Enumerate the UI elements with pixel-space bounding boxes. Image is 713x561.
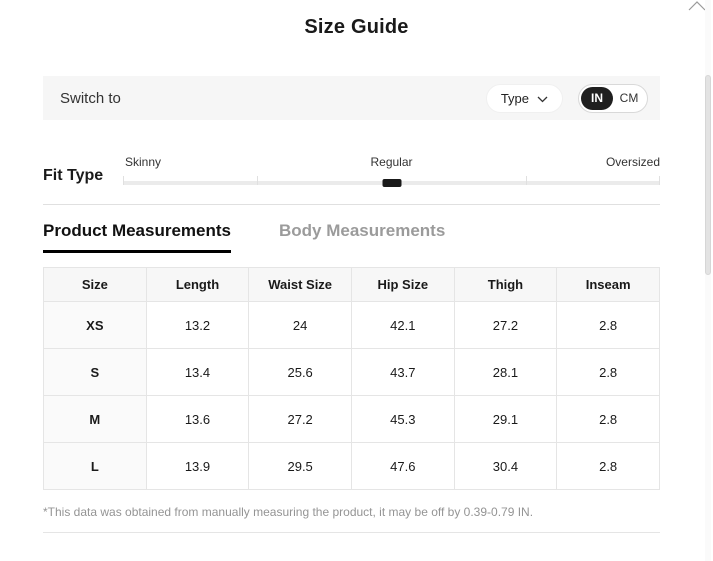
column-header-hip: Hip Size bbox=[351, 268, 454, 302]
tab-body-measurements[interactable]: Body Measurements bbox=[279, 221, 445, 253]
value-cell: 13.6 bbox=[146, 396, 249, 443]
measurement-tabs: Product Measurements Body Measurements bbox=[43, 221, 660, 253]
table-row-xs: XS 13.2 24 42.1 27.2 2.8 bbox=[44, 302, 660, 349]
column-header-inseam: Inseam bbox=[557, 268, 660, 302]
size-cell: S bbox=[44, 349, 147, 396]
bottom-divider bbox=[43, 532, 660, 533]
size-cell: L bbox=[44, 443, 147, 490]
fit-track-tick bbox=[659, 176, 660, 185]
unit-switch-bar: Switch to Type IN CM bbox=[43, 76, 660, 120]
value-cell: 25.6 bbox=[249, 349, 352, 396]
value-cell: 47.6 bbox=[351, 443, 454, 490]
value-cell: 29.5 bbox=[249, 443, 352, 490]
value-cell: 45.3 bbox=[351, 396, 454, 443]
value-cell: 13.4 bbox=[146, 349, 249, 396]
fit-option-skinny[interactable]: Skinny bbox=[125, 155, 161, 169]
chevron-down-icon bbox=[537, 91, 548, 106]
fit-option-oversized[interactable]: Oversized bbox=[606, 155, 660, 169]
value-cell: 27.2 bbox=[454, 302, 557, 349]
value-cell: 42.1 bbox=[351, 302, 454, 349]
column-header-length: Length bbox=[146, 268, 249, 302]
table-header-row: Size Length Waist Size Hip Size Thigh In… bbox=[44, 268, 660, 302]
column-header-thigh: Thigh bbox=[454, 268, 557, 302]
table-row-s: S 13.4 25.6 43.7 28.1 2.8 bbox=[44, 349, 660, 396]
value-cell: 30.4 bbox=[454, 443, 557, 490]
measurements-table: Size Length Waist Size Hip Size Thigh In… bbox=[43, 267, 660, 490]
type-dropdown[interactable]: Type bbox=[486, 84, 563, 113]
section-divider bbox=[43, 204, 660, 205]
fit-track-tick bbox=[526, 176, 527, 185]
content: Switch to Type IN CM Fit Type bbox=[43, 76, 660, 533]
measurement-disclaimer: *This data was obtained from manually me… bbox=[43, 505, 660, 519]
value-cell: 13.2 bbox=[146, 302, 249, 349]
size-guide-panel: Size Guide Switch to Type IN CM bbox=[0, 0, 713, 561]
tab-product-measurements[interactable]: Product Measurements bbox=[43, 221, 231, 253]
fit-track-tick bbox=[257, 176, 258, 185]
value-cell: 2.8 bbox=[557, 302, 660, 349]
fit-type-row: Fit Type Skinny Regular Oversized bbox=[43, 155, 660, 185]
column-header-waist: Waist Size bbox=[249, 268, 352, 302]
value-cell: 28.1 bbox=[454, 349, 557, 396]
value-cell: 2.8 bbox=[557, 443, 660, 490]
switch-to-label: Switch to bbox=[60, 90, 121, 107]
type-dropdown-label: Type bbox=[501, 91, 529, 106]
value-cell: 13.9 bbox=[146, 443, 249, 490]
unit-toggle: IN CM bbox=[578, 84, 648, 113]
switch-controls: Type IN CM bbox=[486, 84, 648, 113]
value-cell: 29.1 bbox=[454, 396, 557, 443]
unit-option-cm[interactable]: CM bbox=[613, 87, 645, 110]
value-cell: 2.8 bbox=[557, 349, 660, 396]
fit-type-track[interactable] bbox=[123, 181, 660, 185]
size-cell: XS bbox=[44, 302, 147, 349]
table-row-m: M 13.6 27.2 45.3 29.1 2.8 bbox=[44, 396, 660, 443]
fit-option-regular[interactable]: Regular bbox=[370, 155, 412, 169]
value-cell: 43.7 bbox=[351, 349, 454, 396]
fit-type-label: Fit Type bbox=[43, 167, 123, 185]
unit-option-in[interactable]: IN bbox=[581, 87, 613, 110]
fit-track-tick bbox=[123, 176, 124, 185]
column-header-size: Size bbox=[44, 268, 147, 302]
size-cell: M bbox=[44, 396, 147, 443]
page-title: Size Guide bbox=[0, 0, 713, 39]
value-cell: 2.8 bbox=[557, 396, 660, 443]
fit-type-options: Skinny Regular Oversized bbox=[123, 155, 660, 171]
scrollbar-thumb[interactable] bbox=[705, 75, 711, 275]
value-cell: 27.2 bbox=[249, 396, 352, 443]
fit-type-slider[interactable]: Skinny Regular Oversized bbox=[123, 155, 660, 185]
table-body: XS 13.2 24 42.1 27.2 2.8 S 13.4 25.6 43.… bbox=[44, 302, 660, 490]
fit-type-slider-handle[interactable] bbox=[382, 179, 401, 187]
value-cell: 24 bbox=[249, 302, 352, 349]
table-header: Size Length Waist Size Hip Size Thigh In… bbox=[44, 268, 660, 302]
table-row-l: L 13.9 29.5 47.6 30.4 2.8 bbox=[44, 443, 660, 490]
